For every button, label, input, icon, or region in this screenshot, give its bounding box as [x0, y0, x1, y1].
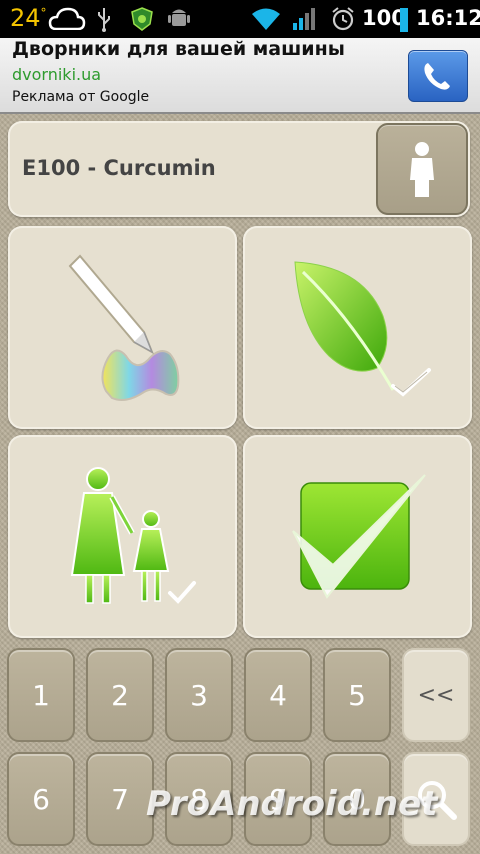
person-icon: [410, 142, 434, 197]
green-checkbox-icon: [292, 474, 426, 599]
call-button[interactable]: [408, 50, 468, 102]
ad-title[interactable]: Дворники для вашей машины: [12, 38, 345, 60]
key-6[interactable]: 6: [7, 752, 75, 846]
additive-title: E100 - Curcumin: [22, 156, 216, 180]
ad-attribution: Реклама от Google: [12, 89, 150, 105]
key-7[interactable]: 7: [86, 752, 154, 846]
cloud-icon: [48, 7, 86, 30]
phone-icon: [424, 63, 450, 90]
temperature-readout: 24°: [10, 4, 47, 32]
wifi-icon: [252, 8, 280, 30]
key-1[interactable]: 1: [7, 648, 75, 742]
android-debug-icon: [168, 9, 190, 26]
mother-child-check-icon: [70, 467, 196, 604]
key-2[interactable]: 2: [86, 648, 154, 742]
approved-tile[interactable]: [243, 435, 472, 638]
battery-icon: [400, 8, 408, 32]
additive-title-panel: E100 - Curcumin: [8, 121, 470, 217]
usb-icon: [98, 8, 110, 32]
antivirus-icon: [131, 7, 153, 31]
key-5[interactable]: 5: [323, 648, 391, 742]
temperature-unit: °: [40, 6, 47, 20]
profile-button[interactable]: [376, 123, 468, 215]
key-4[interactable]: 4: [244, 648, 312, 742]
ad-url[interactable]: dvorniki.ua: [12, 65, 101, 84]
coloring-tile[interactable]: [8, 226, 237, 429]
children-tile[interactable]: [8, 435, 237, 638]
leaf-check-icon: [294, 261, 431, 397]
natural-tile[interactable]: [243, 226, 472, 429]
alarm-icon: [332, 7, 354, 31]
status-bar: 24° 100 16:12: [0, 0, 480, 38]
ad-banner[interactable]: Дворники для вашей машины dvorniki.ua Ре…: [0, 38, 480, 114]
watermark: ProAndroid.net: [146, 784, 438, 824]
temperature-value: 24: [10, 4, 41, 32]
clock: 16:12: [416, 6, 480, 30]
pencil-color-icon: [68, 254, 180, 401]
key-3[interactable]: 3: [165, 648, 233, 742]
backspace-key[interactable]: <<: [402, 648, 470, 742]
signal-icon: [293, 8, 315, 30]
